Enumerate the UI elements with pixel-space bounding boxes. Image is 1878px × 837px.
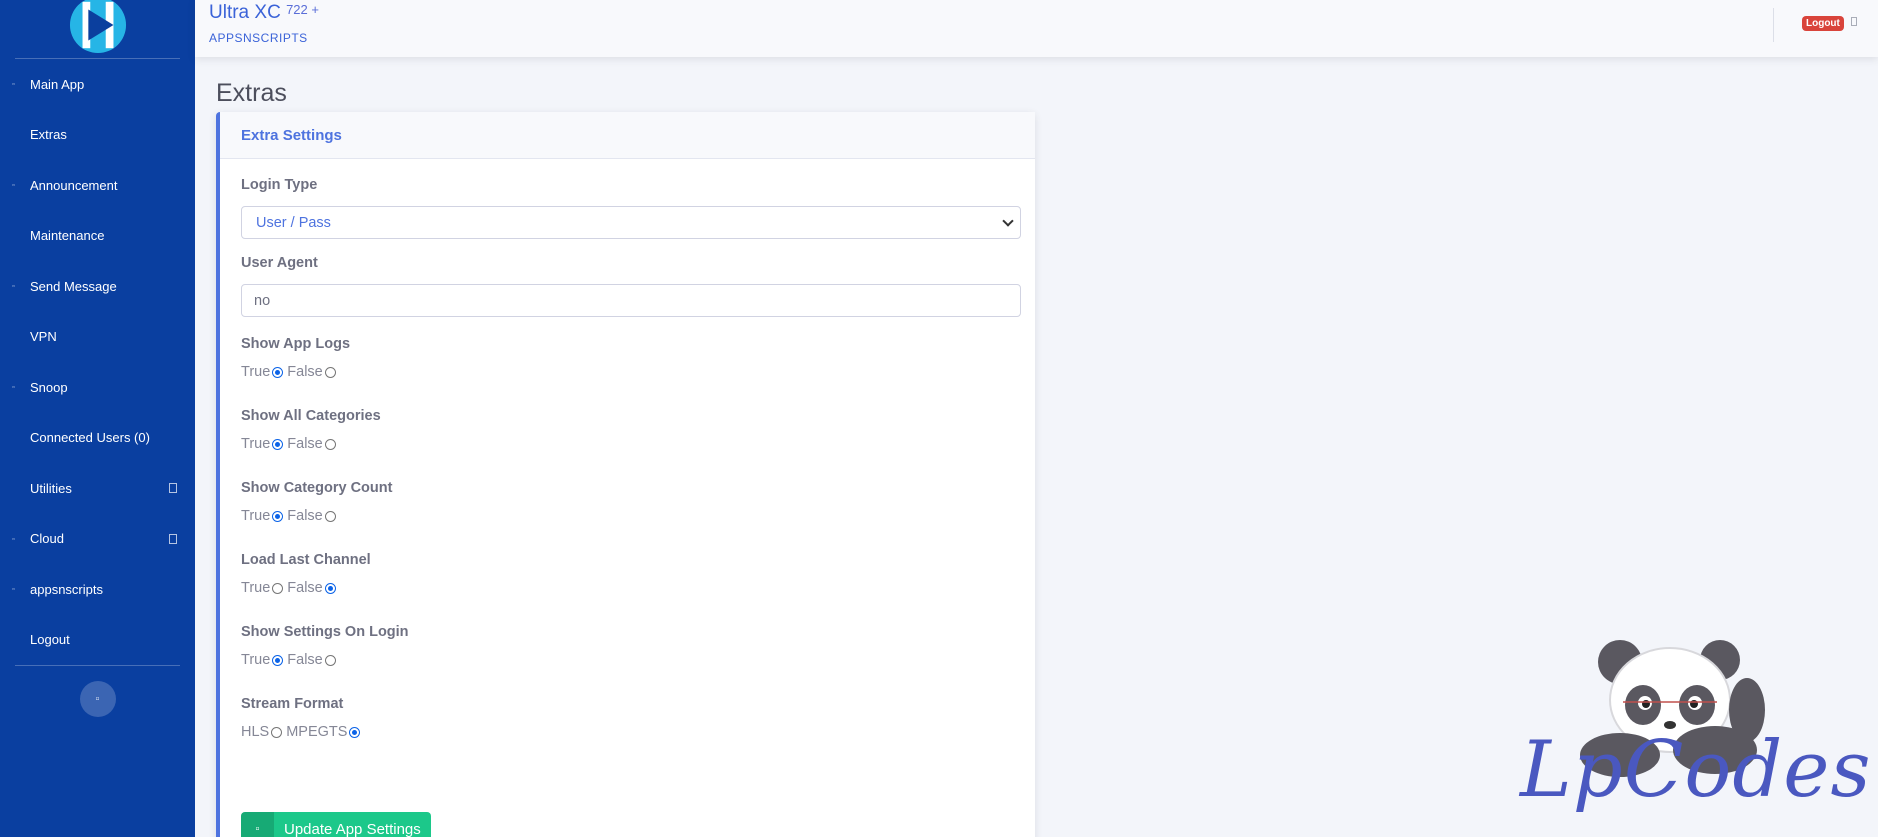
- app-title-text: Ultra XC: [209, 2, 281, 23]
- radio-option-1[interactable]: [272, 438, 284, 450]
- sidebar-item-utilities[interactable]: Utilities: [0, 463, 195, 514]
- radio-group-show-category-count: True False: [241, 508, 340, 524]
- radio-label: True: [241, 436, 271, 452]
- radio-group-show-all-categories: True False: [241, 436, 340, 452]
- sidebar-item-send-message[interactable]: ▫ Send Message: [0, 261, 195, 312]
- sidebar-item-maintenance[interactable]: Maintenance: [0, 211, 195, 262]
- logout-button[interactable]: Logout: [1802, 16, 1844, 31]
- sidebar-item-cloud[interactable]: ▫ Cloud: [0, 514, 195, 565]
- sidebar-item-label: Connected Users (0): [30, 430, 150, 446]
- radio-label: True: [241, 652, 271, 668]
- radio-label: False: [287, 508, 323, 524]
- radio-group-show-app-logs: True False: [241, 364, 340, 380]
- logout-icon[interactable]: [1851, 17, 1857, 26]
- radio-option-1[interactable]: [272, 582, 284, 594]
- radio-label: False: [287, 364, 323, 380]
- radio-group-show-settings-on-login: True False: [241, 652, 340, 668]
- user-agent-value: no: [254, 292, 271, 309]
- sidebar-item-label: appsnscripts: [30, 581, 103, 597]
- radio-label: True: [241, 364, 271, 380]
- radio-group-label: Show Settings On Login: [241, 624, 409, 640]
- login-type-label: Login Type: [241, 177, 318, 193]
- radio-group-stream-format: HLS MPEGTS: [241, 724, 364, 740]
- sidebar-item-label: Utilities: [30, 480, 72, 496]
- expand-icon: [169, 533, 177, 544]
- user-agent-label: User Agent: [241, 255, 318, 271]
- card-header: Extra Settings: [220, 112, 1035, 159]
- bullet-icon: ▫: [12, 180, 15, 190]
- app-version: 722 +: [286, 2, 319, 17]
- watermark-text: LpCodes: [1520, 725, 1872, 815]
- radio-option-1[interactable]: [272, 654, 284, 666]
- sidebar-item-appsnscripts[interactable]: ▫ appsnscripts: [0, 564, 195, 615]
- bullet-icon: ▫: [12, 584, 15, 594]
- sidebar-divider: [15, 665, 180, 666]
- radio-option-2[interactable]: [324, 654, 336, 666]
- sidebar-item-label: VPN: [30, 329, 57, 345]
- radio-option-2[interactable]: [324, 510, 336, 522]
- radio-label: False: [287, 652, 323, 668]
- app-title: Ultra XC 722 +: [209, 2, 319, 24]
- topbar: Ultra XC 722 + APPSNSCRIPTS Logout: [195, 0, 1878, 57]
- sidebar-item-label: Announcement: [30, 177, 118, 193]
- sidebar-item-label: Cloud: [30, 531, 64, 547]
- sidebar-item-announcement[interactable]: ▫ Announcement: [0, 160, 195, 211]
- radio-option-2[interactable]: [324, 438, 336, 450]
- bullet-icon: ▫: [12, 281, 15, 291]
- sidebar-item-label: Snoop: [30, 379, 68, 395]
- bullet-icon: ▫: [12, 79, 15, 89]
- login-type-value: User / Pass: [256, 214, 331, 231]
- brand[interactable]: [0, 0, 195, 58]
- expand-icon: [169, 483, 177, 494]
- radio-label: True: [241, 580, 271, 596]
- sidebar-item-extras[interactable]: Extras: [0, 110, 195, 161]
- sidebar-item-label: Maintenance: [30, 228, 105, 244]
- radio-group-label: Show Category Count: [241, 480, 393, 496]
- radio-label: MPEGTS: [286, 724, 348, 740]
- sidebar-item-logout[interactable]: Logout: [0, 615, 195, 666]
- radio-label: HLS: [241, 724, 270, 740]
- radio-group-label: Show All Categories: [241, 408, 381, 424]
- radio-option-1[interactable]: [272, 510, 284, 522]
- sidebar: ▫ Main App Extras ▫ Announcement Mainten…: [0, 0, 195, 837]
- save-icon: ▫: [241, 812, 274, 837]
- settings-card: Extra Settings Login Type User / Pass Us…: [216, 112, 1035, 837]
- sidebar-toggle-button[interactable]: ▫: [79, 681, 116, 717]
- sidebar-item-connected-users[interactable]: Connected Users (0): [0, 413, 195, 464]
- radio-option-2[interactable]: [349, 726, 361, 738]
- page-title: Extras: [216, 79, 287, 107]
- sidebar-item-label: Extras: [30, 127, 67, 143]
- update-settings-label: Update App Settings: [284, 820, 421, 837]
- sidebar-item-main-app[interactable]: ▫ Main App: [0, 59, 195, 110]
- play-logo-icon[interactable]: [69, 0, 127, 54]
- radio-option-1[interactable]: [272, 366, 284, 378]
- radio-label: False: [287, 580, 323, 596]
- topbar-divider: [1773, 8, 1774, 42]
- radio-group-load-last-channel: True False: [241, 580, 340, 596]
- bullet-icon: ▫: [12, 534, 15, 544]
- sidebar-item-snoop[interactable]: ▫ Snoop: [0, 362, 195, 413]
- sidebar-item-label: Main App: [30, 76, 85, 92]
- radio-option-2[interactable]: [324, 366, 336, 378]
- radio-group-label: Load Last Channel: [241, 552, 371, 568]
- login-type-select[interactable]: User / Pass: [241, 206, 1021, 239]
- sidebar-item-label: Logout: [30, 632, 70, 648]
- radio-group-label: Stream Format: [241, 696, 344, 712]
- radio-option-2[interactable]: [324, 582, 336, 594]
- radio-label: True: [241, 508, 271, 524]
- radio-option-1[interactable]: [271, 726, 283, 738]
- update-settings-button[interactable]: ▫ Update App Settings: [241, 812, 431, 837]
- radio-group-label: Show App Logs: [241, 336, 351, 352]
- chevron-down-icon: [1002, 215, 1014, 227]
- app-subtitle: APPSNSCRIPTS: [209, 31, 308, 45]
- collapse-toggle-icon: ▫: [95, 693, 100, 705]
- radio-label: False: [287, 436, 323, 452]
- sidebar-item-label: Send Message: [30, 278, 117, 294]
- sidebar-item-vpn[interactable]: VPN: [0, 312, 195, 363]
- bullet-icon: ▫: [12, 382, 15, 392]
- user-agent-input[interactable]: no: [241, 284, 1021, 317]
